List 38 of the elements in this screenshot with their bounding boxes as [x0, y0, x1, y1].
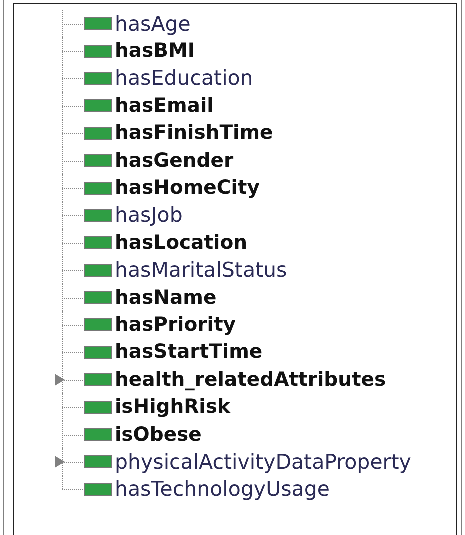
tree-item-label[interactable]: hasTechnologyUsage — [115, 477, 330, 502]
data-property-icon — [84, 373, 112, 386]
data-property-icon — [84, 236, 112, 250]
tree-item-label[interactable]: hasEmail — [115, 94, 214, 118]
data-property-icon — [84, 154, 112, 168]
data-property-icon — [84, 126, 112, 140]
data-property-icon — [84, 291, 112, 304]
tree-item-label[interactable]: hasName — [115, 286, 217, 310]
tree-item-label[interactable]: hasHomeCity — [115, 176, 260, 200]
data-property-icon — [84, 400, 112, 414]
expand-triangle-icon[interactable] — [55, 374, 65, 386]
tree-item-label[interactable]: isHighRisk — [115, 395, 230, 420]
data-property-icon — [84, 482, 112, 496]
data-property-icon — [84, 17, 112, 30]
data-property-icon — [84, 318, 112, 332]
tree-item-label[interactable]: hasMaritalStatus — [115, 258, 288, 282]
tree-item-label[interactable]: hasStartTime — [115, 340, 263, 364]
tree-item-label[interactable]: hasPriority — [115, 312, 236, 337]
expand-triangle-icon[interactable] — [55, 456, 65, 468]
data-property-icon — [84, 182, 112, 195]
data-property-icon — [84, 44, 112, 58]
tree-item-label[interactable]: physicalActivityDataProperty — [115, 450, 412, 474]
tree-item-label[interactable]: hasGender — [115, 148, 234, 173]
tree-item-label[interactable]: isObese — [115, 422, 202, 447]
data-property-icon — [84, 72, 112, 85]
tree-item-label[interactable]: hasAge — [115, 12, 191, 36]
tree-item-label[interactable]: health_relatedAttributes — [115, 368, 386, 392]
data-property-icon — [84, 99, 112, 112]
tree-item-label[interactable]: hasLocation — [115, 230, 248, 255]
tree-item-label[interactable]: hasFinishTime — [115, 121, 274, 146]
tree-item-label[interactable]: hasJob — [115, 203, 183, 228]
data-property-icon — [84, 346, 112, 359]
data-property-icon — [84, 455, 112, 468]
tree-item-label[interactable]: hasEducation — [115, 66, 254, 90]
tree-item-label[interactable]: hasBMI — [115, 39, 196, 64]
data-property-icon — [84, 264, 112, 277]
data-property-icon — [84, 428, 112, 442]
data-property-icon — [84, 208, 112, 222]
